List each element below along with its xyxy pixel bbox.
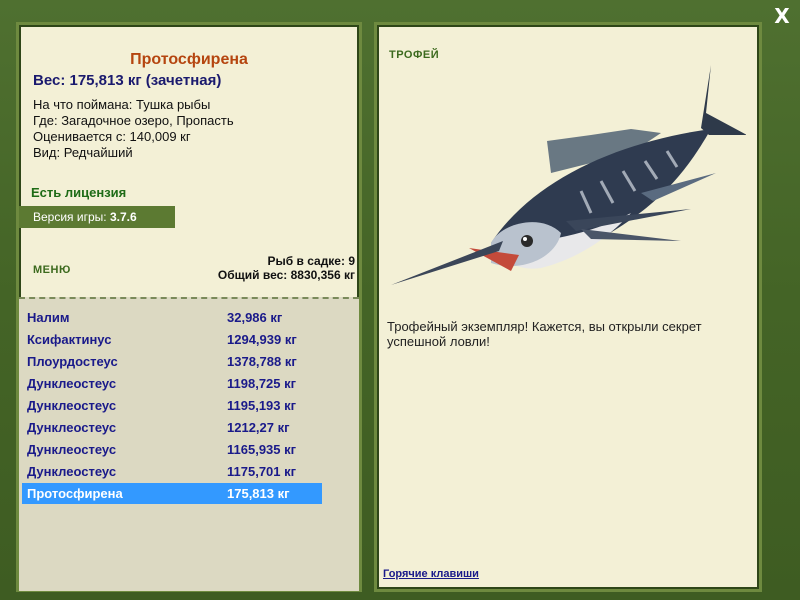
- list-item-weight: 1378,788 кг: [227, 354, 297, 369]
- list-item-weight: 1195,193 кг: [227, 398, 297, 413]
- fish-details-panel: Протосфирена Вес: 175,813 кг (зачетная) …: [16, 22, 362, 592]
- list-item-name: Протосфирена: [27, 486, 123, 501]
- list-item[interactable]: Плоурдостеус 1378,788 кг: [22, 351, 322, 372]
- trophy-panel: ТРОФЕЙ Трофейный экземпляр! Кажется, вы …: [374, 22, 762, 592]
- keepnet-list: Налим 32,986 кг Ксифактинус 1294,939 кг …: [19, 297, 359, 591]
- list-item-selected[interactable]: Протосфирена 175,813 кг: [22, 483, 322, 504]
- fish-bill: [391, 241, 503, 285]
- list-item[interactable]: Дунклеостеус 1198,725 кг: [22, 373, 322, 394]
- list-item-name: Дунклеостеус: [27, 464, 117, 479]
- fish-illustration: [391, 65, 746, 285]
- location-info: Где: Загадочное озеро, Пропасть: [33, 113, 234, 128]
- list-item-name: Дунклеостеус: [27, 442, 117, 457]
- keepnet-count: Рыб в садке: 9: [267, 254, 355, 268]
- list-item-weight: 1175,701 кг: [227, 464, 297, 479]
- list-item-name: Дунклеостеус: [27, 376, 117, 391]
- list-item-weight: 1294,939 кг: [227, 332, 297, 347]
- valued-info: Оценивается с: 140,009 кг: [33, 129, 191, 144]
- fish-weight: Вес: 175,813 кг (зачетная): [33, 72, 222, 89]
- list-item[interactable]: Дунклеостеус 1212,27 кг: [22, 417, 322, 438]
- list-item-weight: 1212,27 кг: [227, 420, 290, 435]
- license-status: Есть лицензия: [31, 185, 127, 200]
- list-item[interactable]: Ксифактинус 1294,939 кг: [22, 329, 322, 350]
- list-item[interactable]: Дунклеостеус 1165,935 кг: [22, 439, 322, 460]
- list-item-name: Плоурдостеус: [27, 354, 118, 369]
- fish-eye: [521, 235, 533, 247]
- bait-info: На что поймана: Тушка рыбы: [33, 97, 211, 112]
- version-number: 3.7.6: [109, 210, 137, 224]
- keepnet-total-weight: Общий вес: 8830,356 кг: [217, 268, 355, 282]
- hotkeys-link[interactable]: Горячие клавиши: [383, 568, 479, 580]
- list-item-name: Дунклеостеус: [27, 398, 117, 413]
- list-item[interactable]: Налим 32,986 кг: [22, 307, 322, 328]
- list-item[interactable]: Дунклеостеус 1175,701 кг: [22, 461, 322, 482]
- version-prefix: Версия игры:: [33, 210, 107, 224]
- list-item-weight: 32,986 кг: [227, 310, 283, 325]
- list-item-name: Ксифактинус: [27, 332, 112, 347]
- list-item-weight: 1198,725 кг: [227, 376, 297, 391]
- list-item-name: Дунклеостеус: [27, 420, 117, 435]
- trophy-description: Трофейный экземпляр! Кажется, вы открыли…: [387, 319, 702, 349]
- game-frame: X Протосфирена Вес: 175,813 кг (зачетная…: [0, 0, 800, 600]
- fish-name-title: Протосфирена: [130, 51, 248, 68]
- fish-tail: [701, 65, 746, 135]
- version-bar: Версия игры: 3.7.6: [19, 206, 175, 228]
- list-item-weight: 1165,935 кг: [227, 442, 297, 457]
- list-item-name: Налим: [27, 310, 70, 325]
- menu-button[interactable]: МЕНЮ: [33, 264, 71, 276]
- rarity-info: Вид: Редчайший: [33, 145, 133, 160]
- list-item[interactable]: Дунклеостеус 1195,193 кг: [22, 395, 322, 416]
- list-item-weight: 175,813 кг: [227, 486, 290, 501]
- trophy-label: ТРОФЕЙ: [389, 49, 440, 61]
- close-button[interactable]: X: [770, 4, 794, 28]
